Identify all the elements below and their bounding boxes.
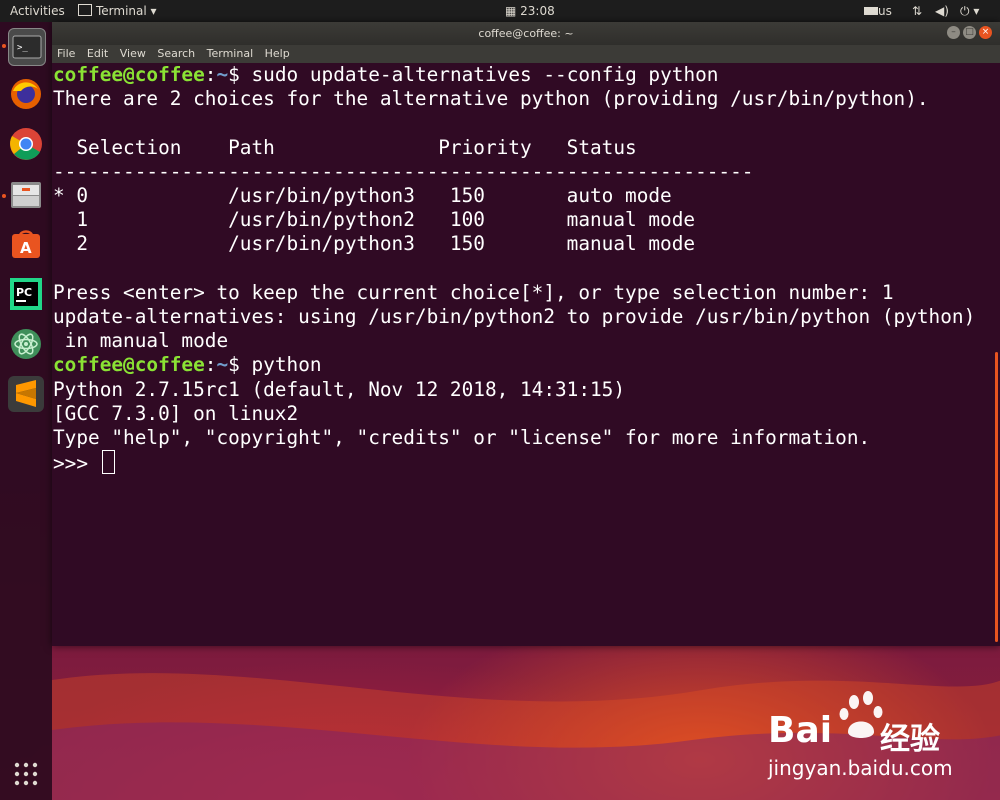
prompt-sep: : [204,353,217,377]
terminal-window: coffee@coffee: ~ – □ × File Edit View Se… [52,22,1000,646]
running-indicator [2,44,6,48]
keyboard-layout-indicator[interactable]: us [864,0,892,22]
app-menu[interactable]: Terminal ▾ [78,0,157,22]
terminal-line: [GCC 7.3.0] on linux2 [53,401,299,425]
prompt-dollar: $ [228,63,252,86]
svg-text:PC: PC [16,286,32,299]
table-header: Selection Path Priority Status [53,135,637,159]
activities-button[interactable]: Activities [10,0,65,22]
menu-edit[interactable]: Edit [87,47,108,60]
window-title: coffee@coffee: ~ [478,27,574,40]
calendar-icon: ▦ [505,4,521,18]
prompt-path: ~ [216,63,229,86]
chrome-icon[interactable] [8,126,44,162]
sublime-icon[interactable] [8,376,44,412]
prompt-dollar: $ [228,353,252,377]
watermark-url: jingyan.baidu.com [768,756,953,780]
terminal-line: Type "help", "copyright", "credits" or "… [53,426,871,450]
chevron-down-icon: ▾ [146,4,157,18]
prompt-path: ~ [216,353,229,377]
files-icon[interactable] [8,176,44,212]
clock[interactable]: ▦ 23:08 [505,0,555,22]
table-rule: ----------------------------------------… [53,159,754,183]
table-row: * 0 /usr/bin/python3 150 auto mode [53,184,672,208]
top-panel: Activities Terminal ▾ ▦ 23:08 us ⇅ ◀) ⏻ … [0,0,1000,22]
prompt-user: coffee@coffee [53,353,205,377]
command-text: sudo update-alternatives --config python [251,63,719,86]
firefox-icon[interactable] [8,76,44,112]
maximize-icon[interactable]: □ [963,26,976,39]
running-indicator [2,194,6,198]
repl-prompt: >>> [53,452,100,476]
pycharm-icon[interactable]: PC [8,276,44,312]
menu-search[interactable]: Search [157,47,195,60]
terminal-line: coffee@coffee:~$ sudo update-alternative… [53,63,983,87]
apps-grid-icon[interactable] [8,756,44,792]
network-icon[interactable]: ⇅ [912,0,922,22]
keyboard-layout-label: us [878,4,892,18]
terminal-line: Press <enter> to keep the current choice… [53,280,894,304]
terminal-line: in manual mode [53,329,229,353]
power-icon: ⏻ [960,4,970,18]
app-menu-label: Terminal [96,4,147,18]
menu-view[interactable]: View [120,47,146,60]
prompt-sep: : [204,63,217,86]
scrollbar[interactable] [995,352,998,642]
table-row: 1 /usr/bin/python2 100 manual mode [53,208,696,232]
clock-label: 23:08 [520,4,555,18]
watermark: Bai 经验 jingyan.baidu.com [768,688,988,788]
terminal-line: Python 2.7.15rc1 (default, Nov 12 2018, … [53,377,626,401]
watermark-brand-cn: 经验 [880,722,940,757]
dock: >_ A PC [0,22,52,800]
terminal-small-icon [78,4,92,16]
table-row: 2 /usr/bin/python3 150 manual mode [53,232,696,256]
terminal-line: >>> [53,450,983,476]
keyboard-icon [864,7,878,15]
terminal-icon[interactable]: >_ [8,28,46,66]
terminal-line: coffee@coffee:~$ python [53,353,983,377]
text-cursor [101,450,115,475]
menu-help[interactable]: Help [265,47,290,60]
menu-terminal[interactable]: Terminal [207,47,254,60]
command-text: python [251,353,322,377]
terminal-line: There are 2 choices for the alternative … [53,87,929,111]
software-icon[interactable]: A [8,226,44,262]
minimize-icon[interactable]: – [947,26,960,39]
window-titlebar[interactable]: coffee@coffee: ~ – □ × [52,22,1000,45]
terminal-line: update-alternatives: using /usr/bin/pyth… [53,305,976,329]
atom-icon[interactable] [8,326,44,362]
terminal-output[interactable]: coffee@coffee:~$ sudo update-alternative… [53,63,983,646]
svg-text:>_: >_ [17,43,28,53]
watermark-brand: Bai [768,710,833,751]
volume-icon[interactable]: ◀) [935,0,949,22]
prompt-user: coffee@coffee [53,63,205,86]
menu-file[interactable]: File [57,47,75,60]
svg-text:A: A [20,239,32,257]
window-controls: – □ × [947,26,992,39]
close-icon[interactable]: × [979,26,992,39]
power-menu[interactable]: ⏻ ▾ [960,0,979,22]
menubar: File Edit View Search Terminal Help [52,45,1000,63]
chevron-down-icon: ▾ [969,4,980,18]
